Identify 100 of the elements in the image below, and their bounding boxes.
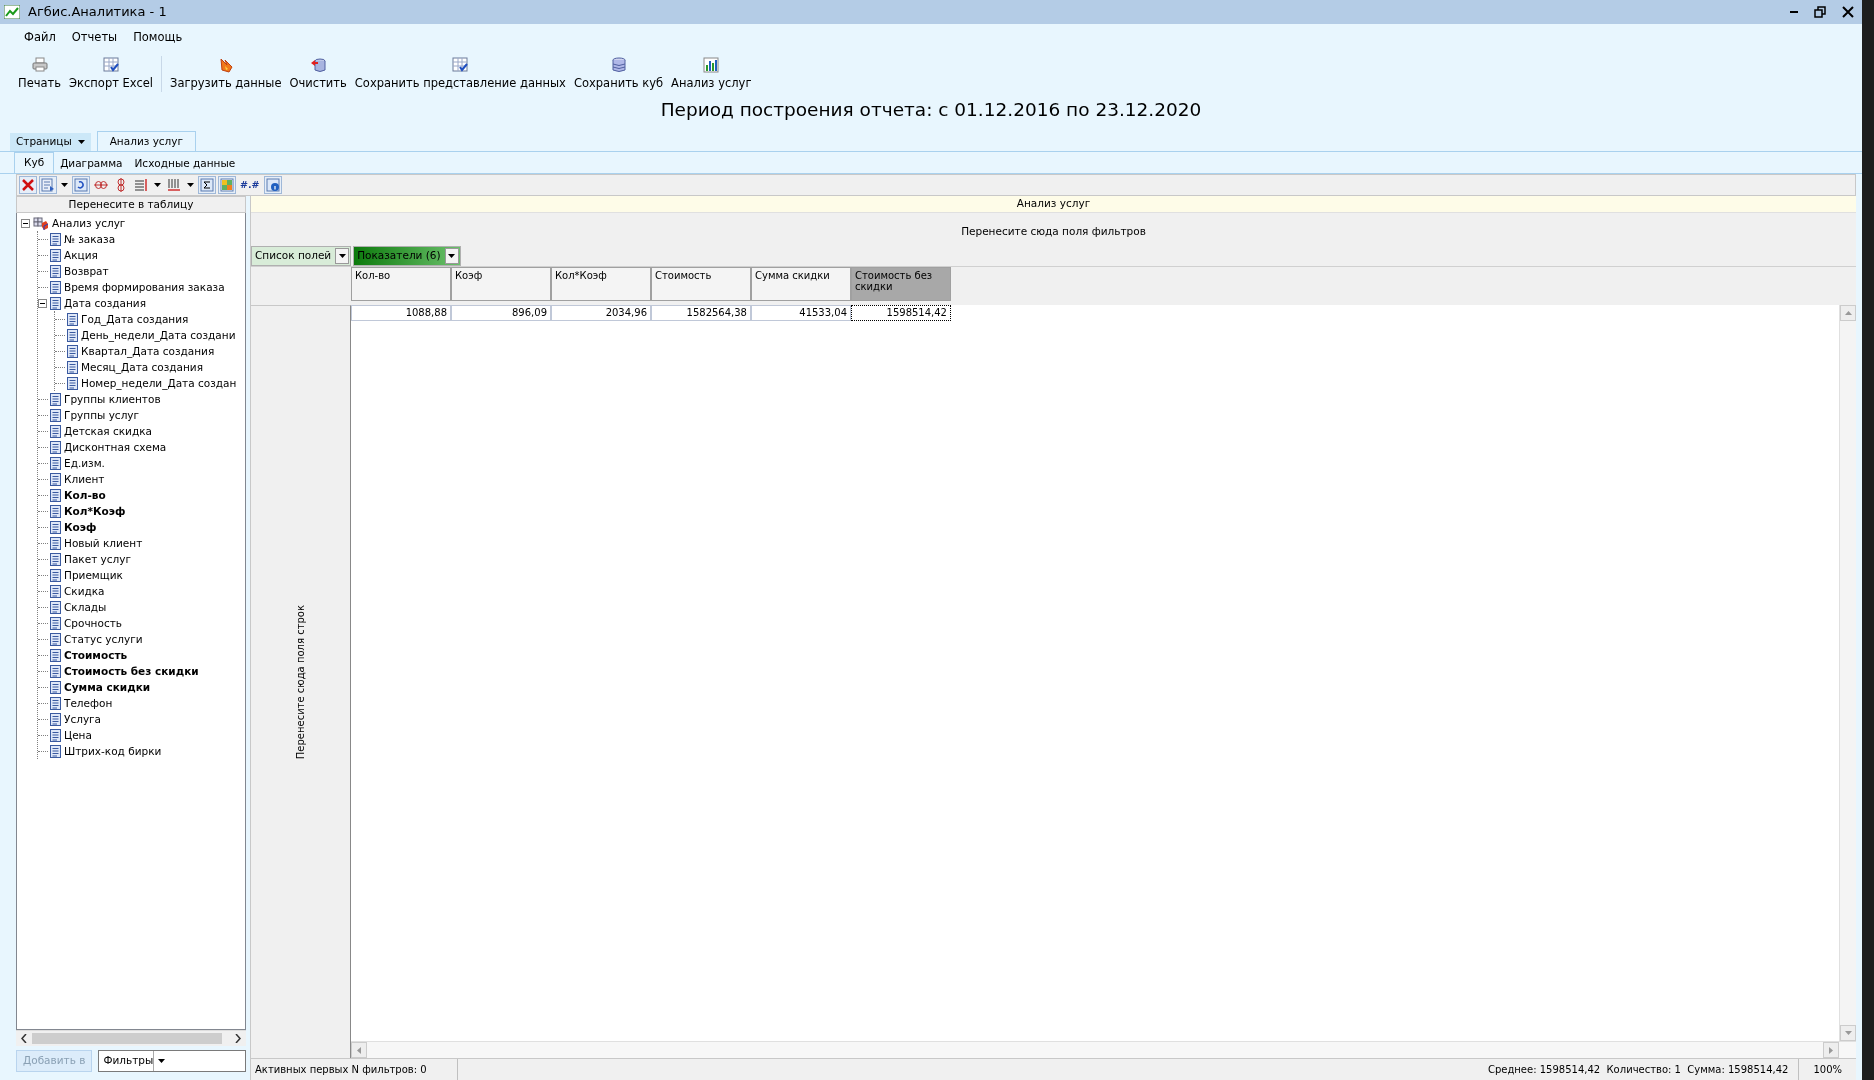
- caret-icon: [338, 253, 346, 258]
- tree-item[interactable]: Стоимость: [61, 648, 131, 662]
- tree-item[interactable]: Штрих-код бирки: [61, 744, 165, 758]
- tree-item[interactable]: Время формирования заказа: [61, 280, 228, 294]
- caret-icon: [158, 1059, 166, 1063]
- tree-item[interactable]: Год_Дата создания: [78, 312, 192, 326]
- sum-icon: [200, 178, 214, 192]
- tree-item[interactable]: Новый клиент: [61, 536, 146, 550]
- tree-item[interactable]: Стоимость без скидки: [61, 664, 202, 678]
- field-button[interactable]: Список полей: [251, 245, 352, 266]
- field-icon: [50, 680, 61, 694]
- pivot-title: Анализ услуг: [251, 196, 1856, 213]
- expand-toggle[interactable]: [38, 298, 47, 308]
- toolbar-button[interactable]: Сохранить представление данных: [350, 56, 570, 92]
- tree-item[interactable]: Срочность: [61, 616, 125, 630]
- field-icon: [50, 456, 61, 470]
- field-icon: [50, 584, 61, 598]
- close-icon: [1842, 6, 1854, 18]
- layout-button[interactable]: [39, 176, 57, 194]
- tree-item[interactable]: Кол-во: [61, 488, 109, 502]
- tree-item[interactable]: Анализ услуг: [49, 216, 129, 230]
- page-tab[interactable]: Анализ услуг: [96, 131, 197, 151]
- scrollbar-thumb[interactable]: [32, 1033, 222, 1044]
- database-icon: [610, 56, 627, 73]
- tree-item[interactable]: Возврат: [61, 264, 112, 278]
- tree-item[interactable]: Квартал_Дата создания: [78, 344, 218, 358]
- field-button[interactable]: Показатели (6): [353, 245, 461, 266]
- arrow-left-icon: [357, 1046, 361, 1054]
- tree-item[interactable]: Склады: [61, 600, 110, 614]
- column-header[interactable]: Сумма скидки: [751, 267, 851, 301]
- toolbar-button[interactable]: Очистить: [285, 56, 351, 92]
- field-icon: [50, 232, 61, 246]
- caret-icon: [61, 183, 68, 187]
- toolbar-button[interactable]: Сохранить куб: [569, 56, 668, 92]
- tree-item[interactable]: Кол*Коэф: [61, 504, 129, 518]
- tree-item[interactable]: Цена: [61, 728, 95, 742]
- view-tab[interactable]: Исходные данные: [128, 154, 242, 173]
- tree-item[interactable]: Услуга: [61, 712, 105, 726]
- target-select[interactable]: Фильтры: [98, 1050, 246, 1072]
- column-header[interactable]: Стоимость: [651, 267, 751, 301]
- tree-item[interactable]: Акция: [61, 248, 101, 262]
- column-header[interactable]: Кол-во: [351, 267, 451, 301]
- field-icon: [67, 328, 78, 342]
- tree-item[interactable]: Коэф: [61, 520, 100, 534]
- pages-dropdown[interactable]: Страницы: [10, 133, 91, 151]
- tree-item[interactable]: День_недели_Дата создани: [78, 328, 239, 342]
- table-icon: [103, 56, 120, 73]
- column-header[interactable]: Стоимость без скидки: [851, 267, 951, 301]
- field-icon: [50, 648, 61, 662]
- row-drop-zone: Перенесите сюда поля строк: [294, 604, 307, 760]
- status-summary: Среднее: 1598514,42 Количество: 1 Сумма: 1598514,42: [1487, 1063, 1789, 1077]
- tree-item[interactable]: Группы услуг: [61, 408, 143, 422]
- field-icon: [50, 520, 61, 534]
- chevron-right-icon: [235, 1034, 241, 1043]
- number-format-button[interactable]: #.#: [238, 176, 262, 194]
- delete-button[interactable]: [19, 176, 37, 194]
- table-icon: [452, 56, 469, 73]
- caret-icon: [187, 183, 194, 187]
- column-header[interactable]: Коэф: [451, 267, 551, 301]
- field-icon: [50, 472, 61, 486]
- tree-item[interactable]: Статус услуги: [61, 632, 146, 646]
- info-button[interactable]: [263, 176, 282, 194]
- tree-item[interactable]: Скидка: [61, 584, 108, 598]
- columns-icon: [167, 178, 181, 192]
- view-tab[interactable]: Диаграмма: [54, 154, 129, 173]
- toolbar-button[interactable]: Печать: [14, 56, 66, 92]
- tree-item[interactable]: № заказа: [61, 232, 119, 246]
- menu-item[interactable]: Отчеты: [63, 28, 126, 48]
- tree-item[interactable]: Номер_недели_Дата создан: [78, 376, 240, 390]
- heatmap-icon: [220, 178, 234, 192]
- refresh-button[interactable]: [72, 176, 90, 194]
- menu-item[interactable]: Помощь: [125, 28, 191, 48]
- tree-item[interactable]: Ед.изм.: [61, 456, 108, 470]
- sum-button[interactable]: [198, 176, 216, 194]
- report-period-title: Период построения отчета: с 01.12.2016 по 23.12.2020: [659, 98, 1203, 122]
- toolbar-button[interactable]: Экспорт Excel: [65, 56, 158, 92]
- menu-item[interactable]: Файл: [16, 28, 64, 48]
- tree-item[interactable]: Приемщик: [61, 568, 126, 582]
- field-icon: [50, 696, 61, 710]
- field-icon: [50, 440, 61, 454]
- field-icon: [50, 392, 61, 406]
- tree-item[interactable]: Группы клиентов: [61, 392, 164, 406]
- caret-icon: [154, 183, 161, 187]
- tree-item[interactable]: Детская скидка: [61, 424, 155, 438]
- tree-item[interactable]: Месяц_Дата создания: [78, 360, 206, 374]
- field-icon: [50, 248, 61, 262]
- column-header[interactable]: Кол*Коэф: [551, 267, 651, 301]
- expand-toggle[interactable]: [21, 218, 30, 228]
- minimize-icon: [1790, 11, 1798, 13]
- zoom-level: 100%: [1812, 1063, 1843, 1077]
- tree-item[interactable]: Дата создания: [61, 296, 149, 310]
- expand-icon: [114, 178, 128, 192]
- tree-item[interactable]: Клиент: [61, 472, 108, 486]
- tree-item[interactable]: Дисконтная схема: [61, 440, 170, 454]
- toolbar-button[interactable]: Анализ услуг: [667, 56, 756, 92]
- tree-item[interactable]: Сумма скидки: [61, 680, 154, 694]
- tree-item[interactable]: Пакет услуг: [61, 552, 134, 566]
- toolbar-button[interactable]: Загрузить данные: [166, 56, 286, 92]
- tree-item[interactable]: Телефон: [61, 696, 116, 710]
- view-tab[interactable]: Куб: [14, 152, 55, 173]
